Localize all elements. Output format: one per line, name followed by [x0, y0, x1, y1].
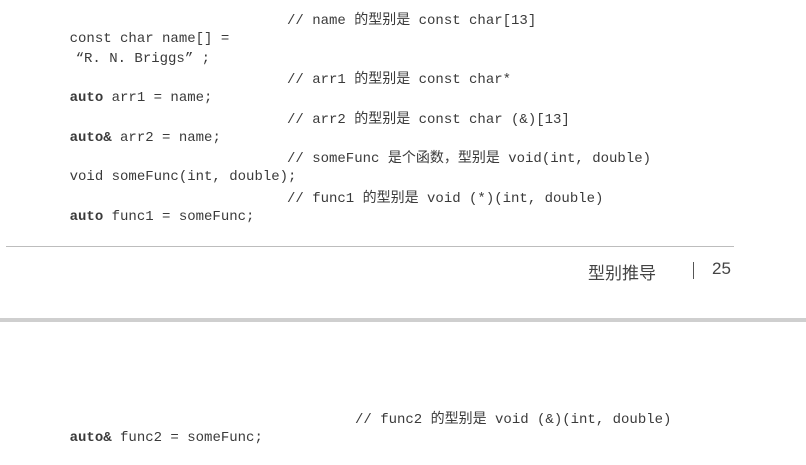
section-title: 型别推导 — [588, 264, 656, 284]
code-comment: // someFunc 是个函数，型别是 void(int, double) — [287, 151, 652, 167]
footer-divider — [6, 246, 734, 247]
code-comment: // func2 的型别是 void (&)(int, double) — [355, 412, 672, 428]
code-text: void someFunc(int, double); — [69, 169, 297, 185]
keyword-auto: auto — [69, 209, 104, 225]
page-number: 25 — [712, 259, 731, 278]
code-comment: // arr1 的型别是 const char* — [287, 72, 512, 88]
book-page-lower: auto& func2 = someFunc; // func2 的型别是 vo… — [0, 322, 806, 446]
code-comment: // arr2 的型别是 const char (&)[13] — [287, 112, 570, 128]
code-comment: // name 的型别是 const char[13] — [287, 13, 537, 29]
code-text: func1 = someFunc; — [103, 209, 255, 225]
code-line-func1: auto func1 = someFunc; — [36, 190, 255, 244]
code-line-func2: auto& func2 = someFunc; — [36, 411, 263, 465]
code-text: arr2 = name; — [111, 130, 221, 146]
book-page-upper: const char name[] = “R. N. Briggs” ; // … — [0, 0, 806, 318]
keyword-auto: auto — [69, 90, 104, 106]
code-comment: // func1 的型别是 void (*)(int, double) — [287, 191, 604, 207]
code-text: “R. N. Briggs” ; — [75, 51, 211, 67]
code-text: arr1 = name; — [103, 90, 213, 106]
keyword-auto-ref: auto& — [69, 130, 112, 146]
footer-separator — [693, 262, 694, 279]
